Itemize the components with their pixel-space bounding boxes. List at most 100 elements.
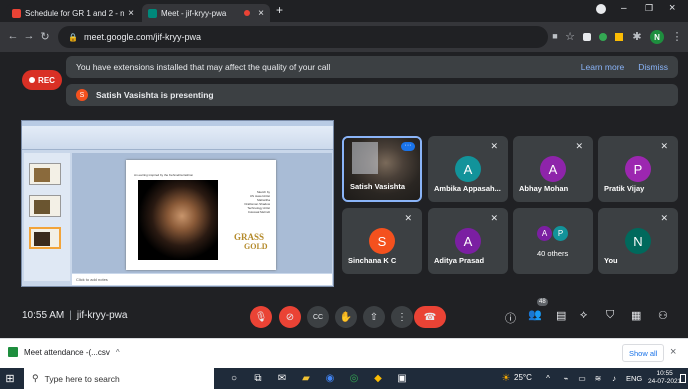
participant-tile[interactable]: ✕ A Abhay Mohan: [513, 136, 593, 202]
participant-avatar: A: [455, 228, 481, 254]
forward-icon[interactable]: →: [22, 30, 36, 42]
image-app-icon[interactable]: ▣: [392, 368, 412, 389]
learn-more-link[interactable]: Learn more: [581, 62, 624, 72]
extension-icon[interactable]: [599, 33, 607, 41]
activities-icon[interactable]: ⟡: [580, 309, 587, 322]
close-window-icon[interactable]: ×: [669, 2, 675, 14]
extension-icon[interactable]: [615, 33, 623, 41]
chevron-up-icon[interactable]: ^: [538, 368, 558, 389]
close-icon[interactable]: ×: [258, 8, 264, 19]
camera-icon[interactable]: ■: [548, 31, 562, 41]
gmail-icon: [12, 8, 21, 18]
mic-off-icon: ✕: [575, 141, 583, 151]
microphone-off-button[interactable]: 🎙: [250, 306, 272, 328]
app-icon[interactable]: ◆: [368, 368, 388, 389]
address-bar[interactable]: 🔒 meet.google.com/jif-kryy-pwa: [58, 26, 548, 48]
participant-name: You: [604, 256, 618, 265]
weather-temp: 25°C: [514, 373, 532, 382]
clock-date: 24-07-2021: [648, 378, 682, 385]
captions-button[interactable]: CC: [307, 306, 329, 328]
notification-icon[interactable]: [680, 374, 686, 383]
meeting-time: 10:55 AM: [22, 310, 65, 321]
separator: |: [69, 310, 72, 321]
participant-tile[interactable]: ✕ A Aditya Prasad: [428, 208, 508, 274]
star-icon[interactable]: ☆: [563, 30, 577, 43]
new-tab-button[interactable]: +: [276, 3, 283, 17]
language-indicator[interactable]: ENG: [626, 374, 642, 383]
rec-label: REC: [38, 75, 55, 85]
slide-thumbnail[interactable]: [29, 163, 61, 185]
meeting-code: jif-kryy-pwa: [76, 310, 128, 321]
edge-icon[interactable]: ◉: [320, 368, 340, 389]
menu-icon[interactable]: ⋮: [670, 30, 684, 43]
ribbon: [22, 126, 333, 150]
others-tile[interactable]: A P 40 others: [513, 208, 593, 274]
profile-dot-icon[interactable]: [596, 4, 606, 14]
search-placeholder: Type here to search: [44, 373, 120, 384]
close-icon[interactable]: ×: [128, 8, 134, 19]
download-item[interactable]: Meet attendance -(...csv ^: [8, 347, 120, 357]
people-button[interactable]: 👥 48: [528, 298, 548, 321]
chat-icon[interactable]: ▤: [556, 309, 566, 322]
participant-tile[interactable]: ✕ P Pratik Vijay: [598, 136, 678, 202]
logo-top-text: GRASS: [234, 232, 265, 242]
hand-icon: ✋: [339, 311, 353, 323]
notes-pane[interactable]: Click to add notes: [72, 274, 332, 285]
participant-name: Aditya Prasad: [434, 256, 485, 265]
host-controls-icon[interactable]: ⛉: [606, 309, 614, 322]
participant-tile[interactable]: ✕ S Sinchana K C: [342, 208, 422, 274]
reload-icon[interactable]: ↻: [38, 30, 52, 43]
lock-icon: 🔒: [68, 32, 78, 42]
slide-photo: [138, 180, 218, 260]
participant-tile-self[interactable]: ✕ N You: [598, 208, 678, 274]
slide-thumbnail[interactable]: [29, 227, 61, 249]
dismiss-button[interactable]: Dismiss: [638, 62, 668, 72]
puzzle-icon[interactable]: ✱: [630, 30, 644, 43]
show-all-button[interactable]: Show all: [622, 344, 665, 362]
browser-tab-strip: Schedule for GR 1 and 2 - nithil... × Me…: [0, 0, 688, 22]
others-count: 40 others: [537, 249, 569, 258]
windows-start-icon[interactable]: ⊞: [0, 368, 20, 389]
close-icon[interactable]: ×: [670, 346, 676, 358]
task-view-icon[interactable]: ⧉: [248, 368, 268, 389]
camera-off-icon: ⊘: [285, 311, 295, 323]
extension-icon[interactable]: [583, 33, 591, 41]
minimize-icon[interactable]: –: [621, 3, 627, 14]
user-icon[interactable]: ⚇: [658, 309, 668, 322]
weather-icon: ☀: [501, 373, 511, 384]
chrome-icon[interactable]: ◎: [344, 368, 364, 389]
raise-hand-button[interactable]: ✋: [335, 306, 357, 328]
layout-grid-icon[interactable]: ▦: [631, 309, 641, 322]
tab-meet[interactable]: Meet - jif-kryy-pwa ×: [142, 4, 270, 22]
volume-icon[interactable]: ♪: [604, 368, 624, 389]
hang-up-icon: ☎: [423, 311, 437, 323]
restore-icon[interactable]: ❐: [645, 3, 653, 14]
logo-bottom-text: GOLD: [244, 242, 268, 251]
shared-screen: An earring inspired by the Kehmehta fash…: [21, 120, 334, 287]
tab-schedule[interactable]: Schedule for GR 1 and 2 - nithil... ×: [6, 4, 140, 22]
present-button[interactable]: ⇧: [363, 306, 385, 328]
participant-tile[interactable]: ✕ A Ambika Appasah...: [428, 136, 508, 202]
taskbar: ⊞ ⚲ Type here to search ○ ⧉ ✉ ▰ ◉ ◎ ◆ ▣ …: [0, 368, 688, 389]
more-options-icon[interactable]: ···: [401, 142, 415, 151]
profile-avatar[interactable]: N: [650, 30, 664, 44]
mail-icon[interactable]: ✉: [272, 368, 292, 389]
camera-off-button[interactable]: ⊘: [279, 306, 301, 328]
chevron-up-icon[interactable]: ^: [116, 348, 120, 357]
download-shelf: Meet attendance -(...csv ^ Show all ×: [0, 338, 688, 368]
meeting-details: 10:55 AM | jif-kryy-pwa: [22, 310, 127, 321]
back-icon[interactable]: ←: [6, 30, 20, 42]
cortana-icon[interactable]: ○: [224, 368, 244, 389]
participant-avatar: A: [540, 156, 566, 182]
taskbar-search[interactable]: ⚲ Type here to search: [24, 368, 214, 389]
slide-thumbnail[interactable]: [29, 195, 61, 217]
participant-tile[interactable]: ··· Satish Vasishta: [342, 136, 422, 202]
info-icon[interactable]: ⓘ: [505, 310, 516, 326]
participant-avatar: A: [455, 156, 481, 182]
presenter-avatar: S: [76, 89, 88, 101]
leave-call-button[interactable]: ☎: [414, 306, 446, 328]
clock[interactable]: 10:55 24-07-2021: [648, 370, 681, 386]
file-explorer-icon[interactable]: ▰: [296, 368, 316, 389]
participant-avatar: P: [625, 156, 651, 182]
more-options-button[interactable]: ⋮: [391, 306, 413, 328]
